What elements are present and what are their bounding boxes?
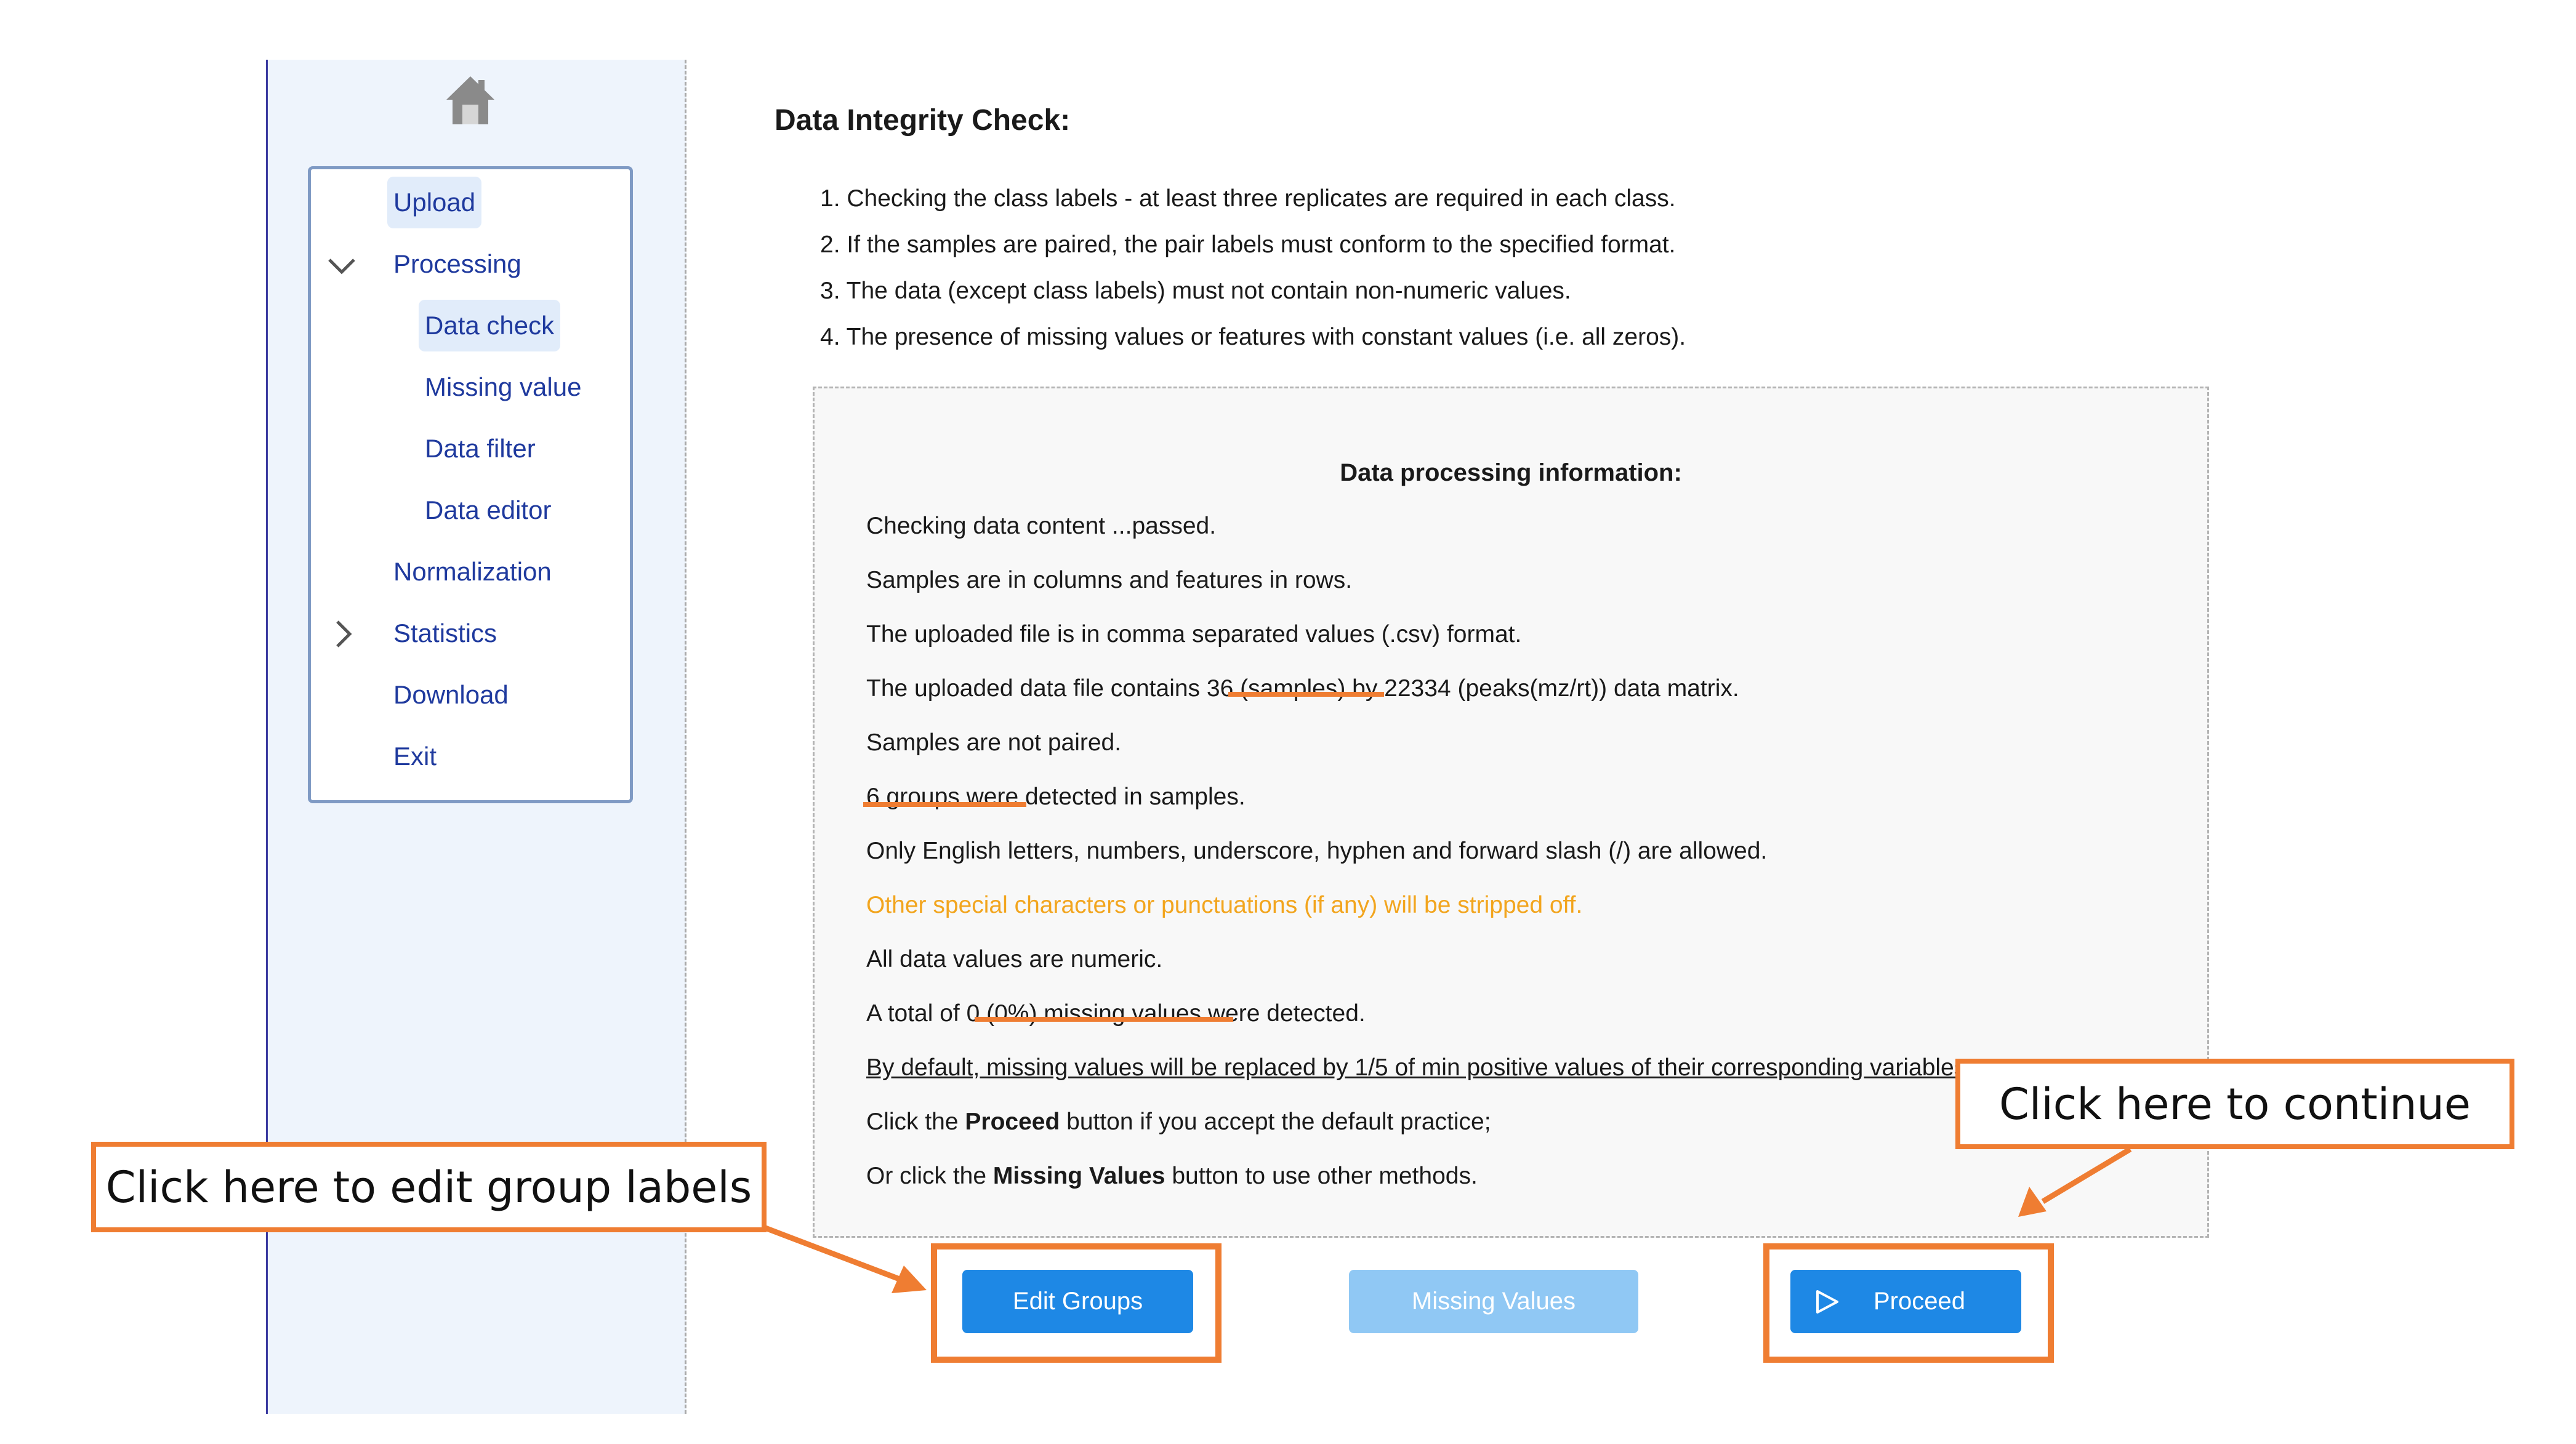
proceed-callout: Click here to continue [1955,1059,2514,1149]
edit-groups-callout: Click here to edit group labels [91,1142,767,1232]
